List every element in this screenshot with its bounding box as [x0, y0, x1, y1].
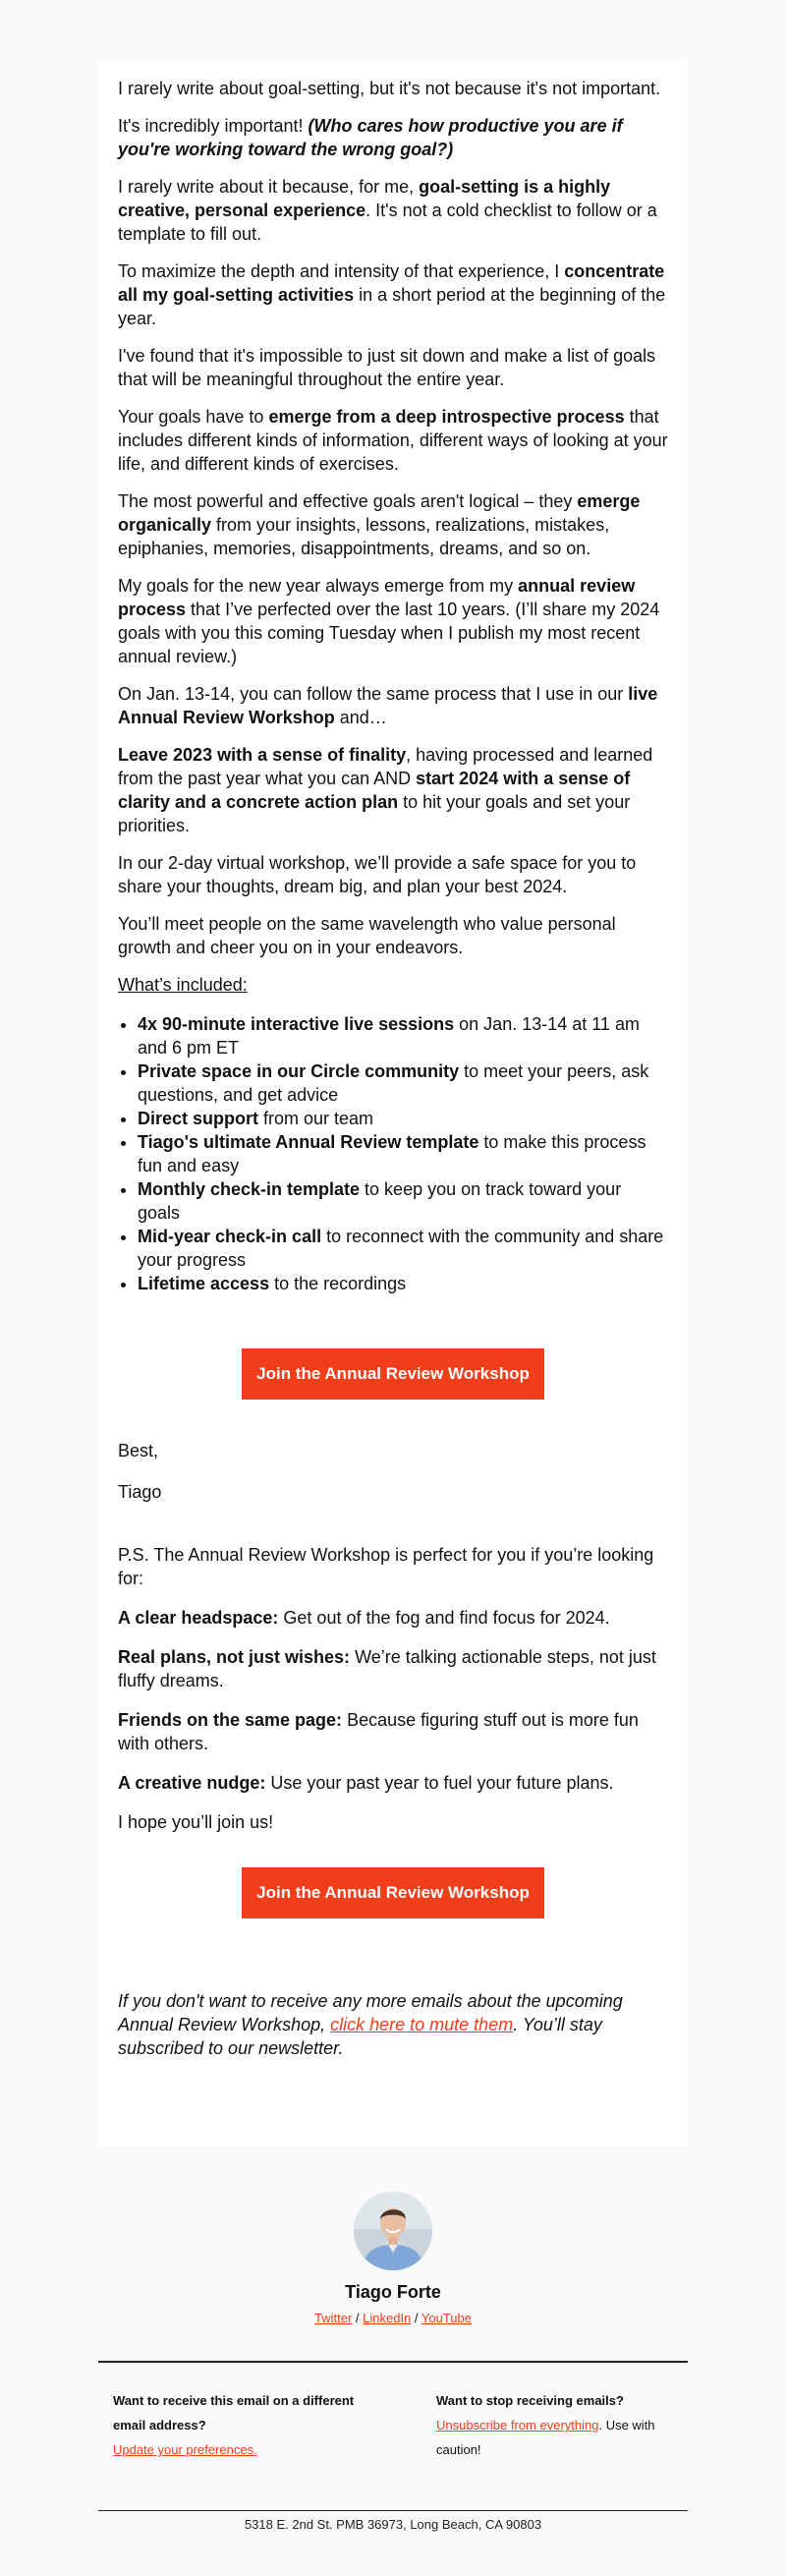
text: The most powerful and effective goals ar… — [118, 491, 578, 511]
paragraph: The most powerful and effective goals ar… — [118, 489, 668, 560]
email-card: I rarely write about goal-setting, but i… — [98, 59, 688, 2147]
unsubscribe-link[interactable]: Unsubscribe from everything — [436, 2418, 598, 2433]
update-preferences-link[interactable]: Update your preferences. — [113, 2442, 257, 2457]
list-item: Tiago's ultimate Annual Review template … — [138, 1130, 668, 1177]
paragraph: It's incredibly important! (Who cares ho… — [118, 114, 668, 161]
text: Your goals have to — [118, 407, 269, 427]
text: Best, — [118, 1441, 159, 1460]
bold-text: A clear headspace: — [118, 1608, 279, 1628]
included-list: 4x 90-minute interactive live sessions o… — [118, 1012, 668, 1295]
join-workshop-button-2[interactable]: Join the Annual Review Workshop — [242, 1867, 544, 1918]
list-item: Mid-year check-in call to reconnect with… — [138, 1225, 668, 1272]
ps-closing: I hope you’ll join us! — [118, 1810, 668, 1834]
list-item: Private space in our Circle community to… — [138, 1059, 668, 1107]
divider — [98, 2361, 688, 2363]
text: to the recordings — [269, 1274, 407, 1293]
signoff-best: Best, — [118, 1439, 668, 1462]
twitter-link[interactable]: Twitter — [314, 2311, 352, 2325]
bold-text: Private space in our Circle community — [138, 1061, 460, 1081]
included-heading: What’s included: — [118, 973, 668, 997]
join-workshop-button[interactable]: Join the Annual Review Workshop — [242, 1348, 544, 1400]
unsubscribe-title: Want to stop receiving emails? — [436, 2393, 624, 2408]
preferences-column: Want to receive this email on a differen… — [113, 2388, 368, 2462]
bold-text: Leave 2023 with a sense of finality — [118, 745, 407, 765]
text: Get out of the fog and find focus for 20… — [278, 1608, 610, 1628]
list-item: 4x 90-minute interactive live sessions o… — [138, 1012, 668, 1059]
paragraph: My goals for the new year always emerge … — [118, 574, 668, 668]
text: that I’ve perfected over the last 10 yea… — [118, 600, 660, 666]
text: In our 2-day virtual workshop, we’ll pro… — [118, 853, 637, 896]
bold-text: 4x 90-minute interactive live sessions — [138, 1014, 455, 1034]
ps-intro: P.S. The Annual Review Workshop is perfe… — [118, 1543, 668, 1590]
avatar — [354, 2192, 432, 2270]
text: My goals for the new year always emerge … — [118, 576, 519, 596]
ps-item: A creative nudge: Use your past year to … — [118, 1771, 668, 1795]
bold-text: Direct support — [138, 1109, 259, 1128]
preferences-title: Want to receive this email on a differen… — [113, 2393, 355, 2433]
bold-text: emerge from a deep introspective process — [268, 407, 625, 427]
heading-text: What’s included: — [118, 975, 248, 995]
list-item: Monthly check-in template to keep you on… — [138, 1177, 668, 1225]
youtube-link[interactable]: YouTube — [421, 2311, 472, 2325]
text: You’ll meet people on the same wavelengt… — [118, 914, 616, 957]
cta-container: Join the Annual Review Workshop — [118, 1867, 668, 1918]
postal-address: 5318 E. 2nd St. PMB 36973, Long Beach, C… — [244, 2517, 542, 2532]
cta-container: Join the Annual Review Workshop — [118, 1348, 668, 1400]
ps-item: Real plans, not just wishes: We’re talki… — [118, 1645, 668, 1692]
text: It's incredibly important! — [118, 116, 309, 136]
list-item: Lifetime access to the recordings — [138, 1272, 668, 1295]
unsubscribe-column: Want to stop receiving emails? Unsubscri… — [436, 2388, 692, 2462]
paragraph: Leave 2023 with a sense of finality, hav… — [118, 743, 668, 837]
bold-text: Real plans, not just wishes: — [118, 1647, 351, 1667]
text: I've found that it's impossible to just … — [118, 346, 656, 389]
ps-item: Friends on the same page: Because figuri… — [118, 1708, 668, 1755]
paragraph: To maximize the depth and intensity of t… — [118, 259, 668, 330]
mute-notice: If you don't want to receive any more em… — [118, 1989, 668, 2060]
text: On Jan. 13-14, you can follow the same p… — [118, 684, 629, 704]
author-name: Tiago Forte — [345, 2282, 441, 2302]
paragraph: Your goals have to emerge from a deep in… — [118, 405, 668, 476]
text: from our team — [258, 1109, 374, 1128]
text: I rarely write about goal-setting, but i… — [118, 79, 661, 98]
separator: / — [411, 2311, 421, 2325]
bold-text: Friends on the same page: — [118, 1710, 343, 1730]
text: To maximize the depth and intensity of t… — [118, 261, 565, 281]
paragraph: You’ll meet people on the same wavelengt… — [118, 912, 668, 959]
paragraph: I rarely write about it because, for me,… — [118, 175, 668, 246]
bold-text: A creative nudge: — [118, 1773, 266, 1793]
list-item: Direct support from our team — [138, 1107, 668, 1130]
social-links: Twitter / LinkedIn / YouTube — [98, 2310, 688, 2327]
ps-item: A clear headspace: Get out of the fog an… — [118, 1606, 668, 1630]
paragraph: In our 2-day virtual workshop, we’ll pro… — [118, 851, 668, 898]
text: P.S. The Annual Review Workshop is perfe… — [118, 1545, 654, 1588]
text: and… — [334, 708, 387, 727]
mute-link[interactable]: click here to mute them — [330, 2015, 513, 2034]
paragraph: I rarely write about goal-setting, but i… — [118, 77, 668, 100]
paragraph: On Jan. 13-14, you can follow the same p… — [118, 682, 668, 729]
text: I hope you’ll join us! — [118, 1812, 274, 1832]
linkedin-link[interactable]: LinkedIn — [363, 2311, 411, 2325]
bold-text: Lifetime access — [138, 1274, 270, 1293]
separator: / — [352, 2311, 364, 2325]
avatar-image — [354, 2192, 432, 2270]
bold-text: Mid-year check-in call — [138, 1227, 322, 1246]
paragraph: I've found that it's impossible to just … — [118, 344, 668, 391]
bold-text: Monthly check-in template — [138, 1179, 361, 1199]
text: Use your past year to fuel your future p… — [265, 1773, 614, 1793]
text: I rarely write about it because, for me, — [118, 177, 420, 197]
signoff-name: Tiago — [118, 1480, 668, 1504]
bold-text: Tiago's ultimate Annual Review template — [138, 1132, 479, 1152]
divider — [98, 2510, 688, 2511]
text: Tiago — [118, 1482, 162, 1502]
